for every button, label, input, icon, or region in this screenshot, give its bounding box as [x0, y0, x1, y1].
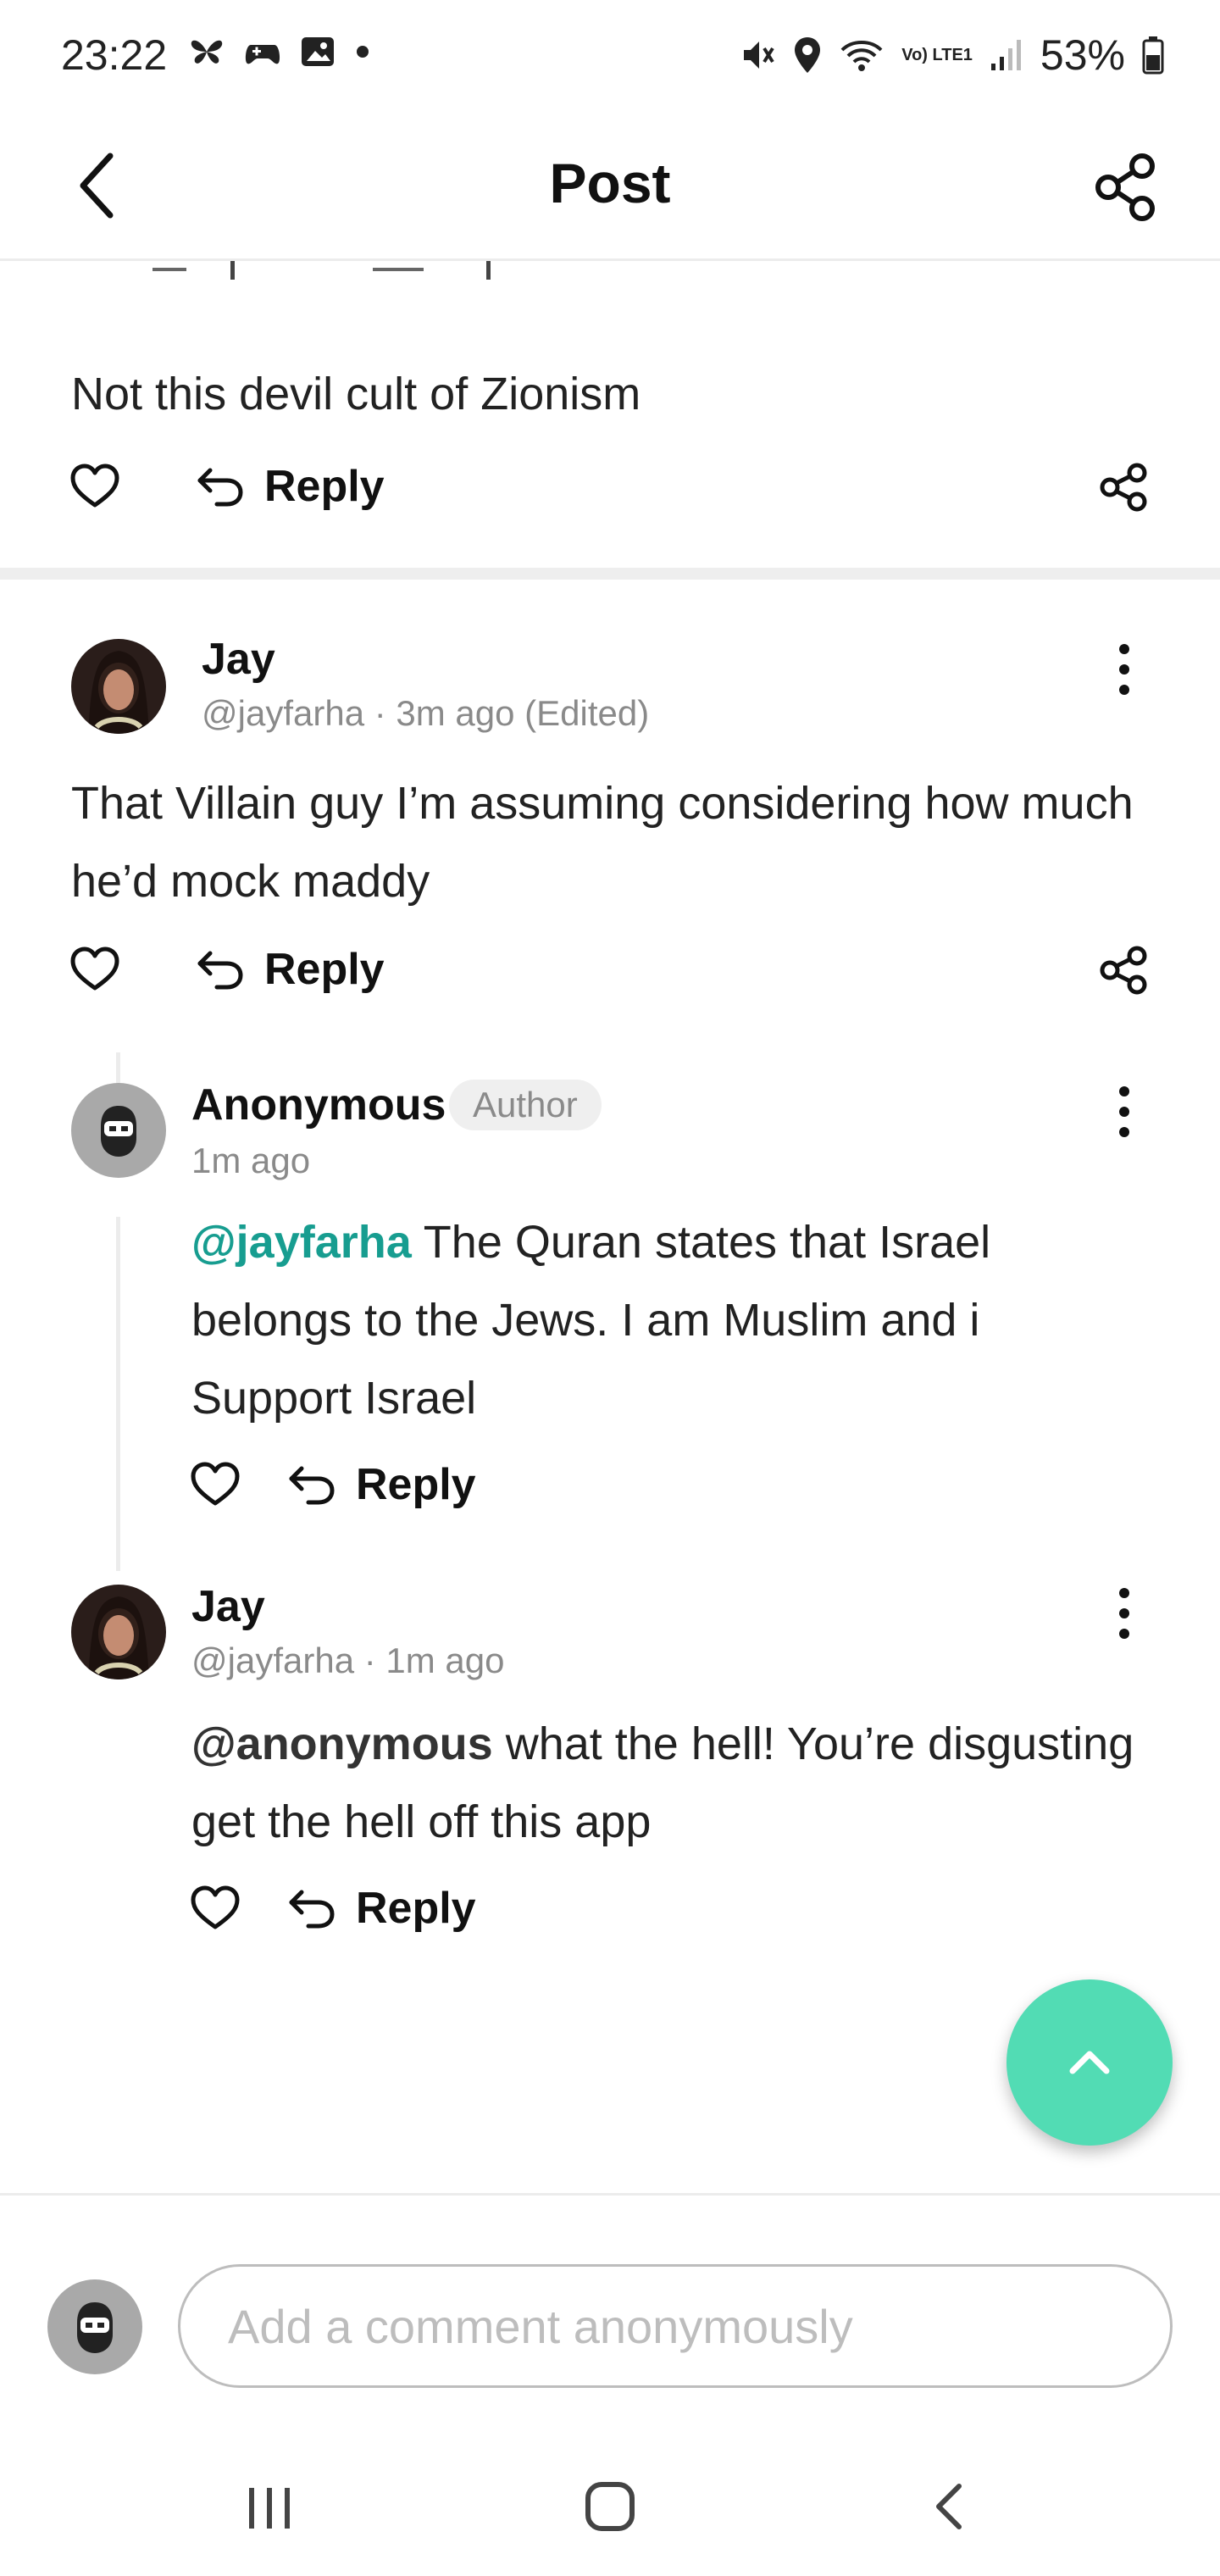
- share-post-button[interactable]: [1093, 149, 1161, 225]
- reply-icon[interactable]: [286, 1463, 336, 1506]
- reply-time: 1m ago: [385, 1641, 505, 1680]
- comment-actions: Reply: [69, 461, 385, 512]
- reply-author-name: Anonymous: [191, 1080, 446, 1130]
- reply-button[interactable]: Reply: [356, 1883, 476, 1934]
- section-separator: [0, 568, 1220, 580]
- avatar[interactable]: [71, 1585, 166, 1679]
- notification-icons: [188, 36, 371, 68]
- reply-text: @jayfarha The Quran states that Israel b…: [191, 1203, 1140, 1437]
- reply-time: 1m ago: [191, 1141, 311, 1180]
- profile-photo: [71, 639, 166, 734]
- comment-meta: @jayfarha · 3m ago (Edited): [202, 693, 649, 734]
- reply-icon[interactable]: [195, 465, 244, 508]
- battery-percent: 53%: [1040, 31, 1125, 79]
- edited-label: (Edited): [524, 693, 650, 733]
- kebab-icon[interactable]: [1107, 1579, 1141, 1647]
- comment-text: Not this devil cult of Zionism: [71, 369, 641, 419]
- clipped-glyphs: [152, 261, 491, 280]
- comment-input[interactable]: [178, 2264, 1173, 2388]
- author-badge: Author: [449, 1080, 602, 1130]
- mention-link[interactable]: @anonymous: [191, 1718, 493, 1769]
- reply-text: @anonymous what the hell! You’re disgust…: [191, 1705, 1140, 1861]
- comment-author-name[interactable]: Jay: [202, 634, 275, 685]
- mention-link[interactable]: @jayfarha: [191, 1217, 412, 1268]
- reply-button[interactable]: Reply: [264, 461, 385, 512]
- network-label: Vo) LTE1: [901, 46, 973, 64]
- anonymous-avatar-icon: [47, 2279, 142, 2374]
- comment-handle[interactable]: @jayfarha: [202, 693, 364, 733]
- reply-icon[interactable]: [286, 1887, 336, 1929]
- status-bar: 23:22 Vo) LTE1 53%: [0, 0, 1220, 115]
- location-icon: [795, 37, 821, 73]
- reply-actions: Reply: [190, 1459, 476, 1510]
- status-time: 23:22: [61, 31, 168, 79]
- chevron-up-icon: [1069, 2051, 1110, 2074]
- recent-apps-icon[interactable]: [246, 2483, 293, 2534]
- mute-icon: [744, 42, 774, 69]
- gamepad-icon: [245, 45, 280, 64]
- reply-meta: @jayfarha · 1m ago: [191, 1641, 504, 1681]
- kebab-icon[interactable]: [1107, 1078, 1141, 1146]
- anonymous-avatar-icon[interactable]: [71, 1083, 166, 1178]
- reply-icon[interactable]: [195, 948, 244, 991]
- reply-actions: Reply: [190, 1883, 476, 1934]
- comment-time: 3m ago: [396, 693, 515, 733]
- thread-line: [116, 1217, 120, 1571]
- battery-icon: [1142, 36, 1164, 75]
- system-status-icons: Vo) LTE1 53%: [740, 31, 1164, 80]
- home-icon[interactable]: [583, 2479, 637, 2534]
- butterfly-icon: [191, 40, 223, 64]
- profile-photo: [71, 1585, 166, 1679]
- signal-icon: [990, 40, 1021, 70]
- reply-button[interactable]: Reply: [264, 944, 385, 995]
- scroll-to-top-button[interactable]: [1006, 1979, 1173, 2146]
- reply-button[interactable]: Reply: [356, 1459, 476, 1510]
- kebab-icon[interactable]: [1107, 636, 1141, 703]
- dot-icon: [357, 46, 369, 58]
- app-header: Post: [0, 115, 1220, 261]
- wifi-icon: [840, 41, 883, 71]
- comment-actions: Reply: [69, 944, 385, 995]
- clipped-text-fragment: [0, 261, 1220, 286]
- anonymous-avatar-glyph: [77, 2302, 113, 2353]
- reply-author-name[interactable]: Jay: [191, 1581, 265, 1632]
- meta-separator: ·: [374, 693, 396, 733]
- avatar[interactable]: [71, 639, 166, 734]
- gallery-icon: [302, 37, 334, 66]
- comment-text: That Villain guy I’m assuming considerin…: [71, 778, 1134, 907]
- composer-divider: [0, 2193, 1220, 2196]
- anonymous-avatar-glyph: [101, 1106, 136, 1157]
- reply-handle[interactable]: @jayfarha: [191, 1641, 354, 1680]
- share-icon: [1095, 153, 1155, 221]
- share-icon[interactable]: [1098, 944, 1151, 997]
- system-back-icon[interactable]: [929, 2479, 971, 2534]
- meta-separator: ·: [363, 1641, 386, 1680]
- heart-icon[interactable]: [190, 1885, 241, 1932]
- system-nav-bar: [0, 2440, 1220, 2576]
- heart-icon[interactable]: [190, 1461, 241, 1508]
- heart-icon[interactable]: [69, 946, 120, 993]
- heart-icon[interactable]: [69, 463, 120, 510]
- page-title: Post: [549, 152, 671, 214]
- share-icon[interactable]: [1098, 461, 1151, 514]
